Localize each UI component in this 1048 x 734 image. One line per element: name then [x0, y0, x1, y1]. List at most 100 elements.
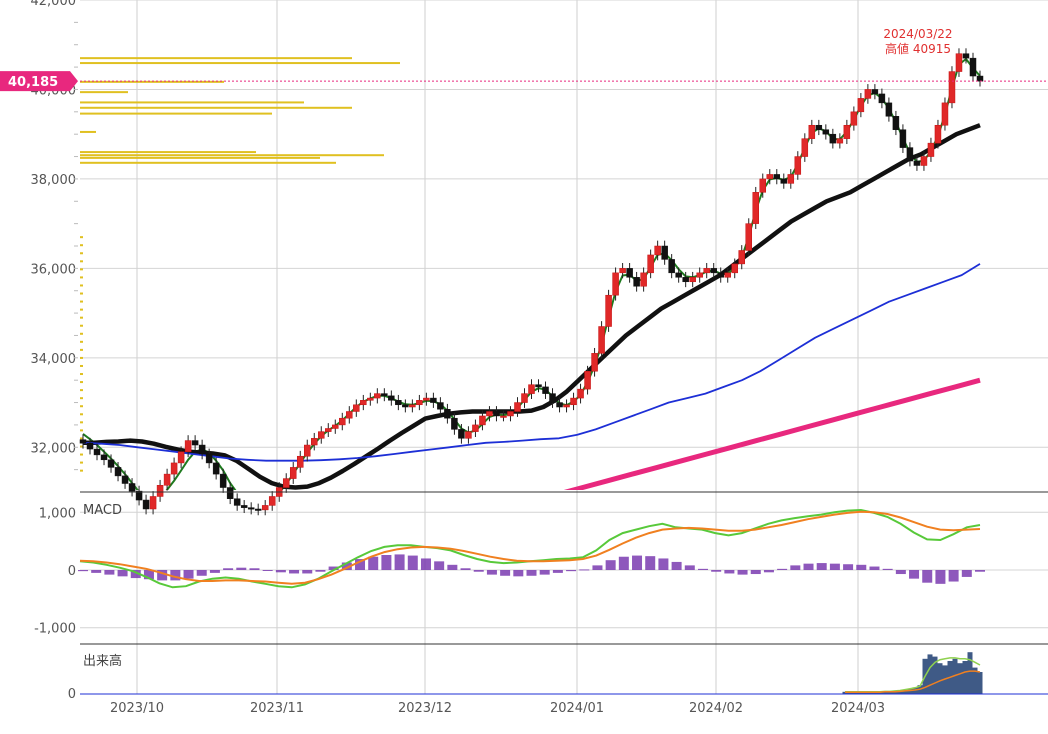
candle-up [282, 478, 290, 488]
candle-up [521, 393, 528, 403]
macd-histogram-bar [447, 564, 458, 570]
profile-axis-mark [80, 397, 83, 400]
candle-up [423, 397, 430, 401]
candle-down [913, 160, 921, 166]
candle-down [962, 53, 970, 59]
macd-histogram-bar [803, 563, 814, 570]
candle-up [745, 223, 752, 251]
profile-axis-mark [80, 236, 83, 239]
profile-axis-mark [80, 252, 83, 255]
volume-profile-bar [80, 156, 320, 159]
macd-histogram-bar [882, 568, 893, 570]
grid-lines [80, 0, 1048, 694]
current-price-label: 40,185 [8, 75, 58, 90]
candle-up [486, 411, 493, 417]
macd-histogram-bar [223, 568, 234, 570]
macd-histogram-bar [407, 555, 418, 570]
candle-up [409, 404, 416, 408]
candle-down [233, 498, 241, 506]
volume-bar [977, 672, 983, 694]
moving-average-line [563, 377, 981, 490]
profile-axis-mark [80, 373, 83, 376]
candle-up [619, 268, 626, 274]
macd-histogram-bar [183, 570, 194, 579]
candle-down [437, 402, 444, 410]
candle-up [465, 431, 472, 439]
candle-up [598, 326, 605, 354]
x-tick-label: 2023/11 [250, 701, 304, 716]
volume-profile-bar [80, 161, 336, 164]
y-tick-label: 38,000 [31, 173, 77, 188]
macd-histogram-bar [869, 566, 880, 570]
volume-profile-bar [80, 62, 400, 65]
volume-profile-bar [80, 130, 96, 133]
macd-histogram-bar [500, 570, 511, 576]
current-price-tag: 40,185 [0, 71, 78, 92]
volume-profile-bar [80, 151, 256, 154]
macd-histogram-bar [473, 570, 484, 572]
profile-axis-mark [80, 260, 83, 263]
candle-up [955, 53, 963, 72]
stock-chart: 2023/10 2023/11 2023/12 2024/01 2024/02 2024/… [0, 0, 1048, 716]
candle-up [570, 397, 577, 406]
candle-up [332, 424, 339, 429]
high-value-annotation: 高値 40915 [885, 41, 951, 56]
candle-down [430, 397, 437, 403]
candle-up [759, 178, 767, 193]
candle-up [170, 462, 178, 475]
macd-histogram-bar [460, 568, 471, 570]
macd-histogram-bar [605, 560, 616, 570]
candle-up [514, 402, 521, 412]
candle-up [149, 496, 157, 510]
profile-axis-mark [80, 469, 83, 472]
candle-down [212, 462, 220, 475]
candle-down [395, 400, 402, 406]
candle-up [304, 444, 311, 457]
macd-histogram-bar [645, 556, 656, 570]
x-tick-label: 2023/10 [110, 701, 164, 716]
y-tick-label: 36,000 [31, 262, 77, 277]
profile-axis-mark [80, 276, 83, 279]
volume-y-tick-label: 0 [68, 687, 76, 702]
volume-panel [842, 652, 983, 694]
moving-average-line [83, 123, 981, 490]
candle-up [738, 250, 745, 265]
candle-down [191, 440, 199, 446]
macd-histogram-bar [434, 561, 445, 570]
macd-histogram-bar [394, 554, 405, 570]
macd-histogram-bar [539, 570, 550, 575]
macd-histogram-bar [790, 565, 801, 570]
candle-up [934, 124, 942, 144]
y-tick-label: 32,000 [31, 441, 77, 456]
macd-histogram-bar [368, 556, 379, 570]
chart-stage: 2023/10 2023/11 2023/12 2024/01 2024/02 2024/… [0, 0, 1048, 734]
candle-down [79, 439, 87, 444]
macd-y-tick-label: 1,000 [39, 506, 76, 521]
x-tick-label: 2024/01 [550, 701, 604, 716]
macd-histogram-bar [117, 570, 128, 577]
macd-y-tick-label: 0 [68, 564, 76, 579]
volume-profile [80, 57, 400, 472]
macd-histogram-bar [697, 568, 708, 570]
macd-histogram-bar [381, 555, 392, 570]
profile-axis-mark [80, 284, 83, 287]
candle-up [927, 142, 935, 157]
candle-up [584, 370, 591, 390]
candle-up [577, 388, 584, 399]
profile-axis-mark [80, 348, 83, 351]
high-date-annotation: 2024/03/22 [883, 27, 952, 41]
macd-histogram-bar [526, 570, 537, 576]
profile-axis-mark [80, 244, 83, 247]
profile-axis-mark [80, 429, 83, 432]
candle-up [787, 174, 795, 184]
candle-down [549, 393, 556, 403]
candle-down [556, 402, 563, 408]
candle-up [948, 71, 956, 104]
macd-histogram-bar [684, 565, 695, 570]
candle-up [605, 294, 612, 327]
candle-up [696, 272, 703, 278]
profile-axis-mark [80, 381, 83, 384]
candle-up [794, 156, 802, 175]
candle-up [374, 393, 381, 399]
candle-up [177, 451, 185, 464]
